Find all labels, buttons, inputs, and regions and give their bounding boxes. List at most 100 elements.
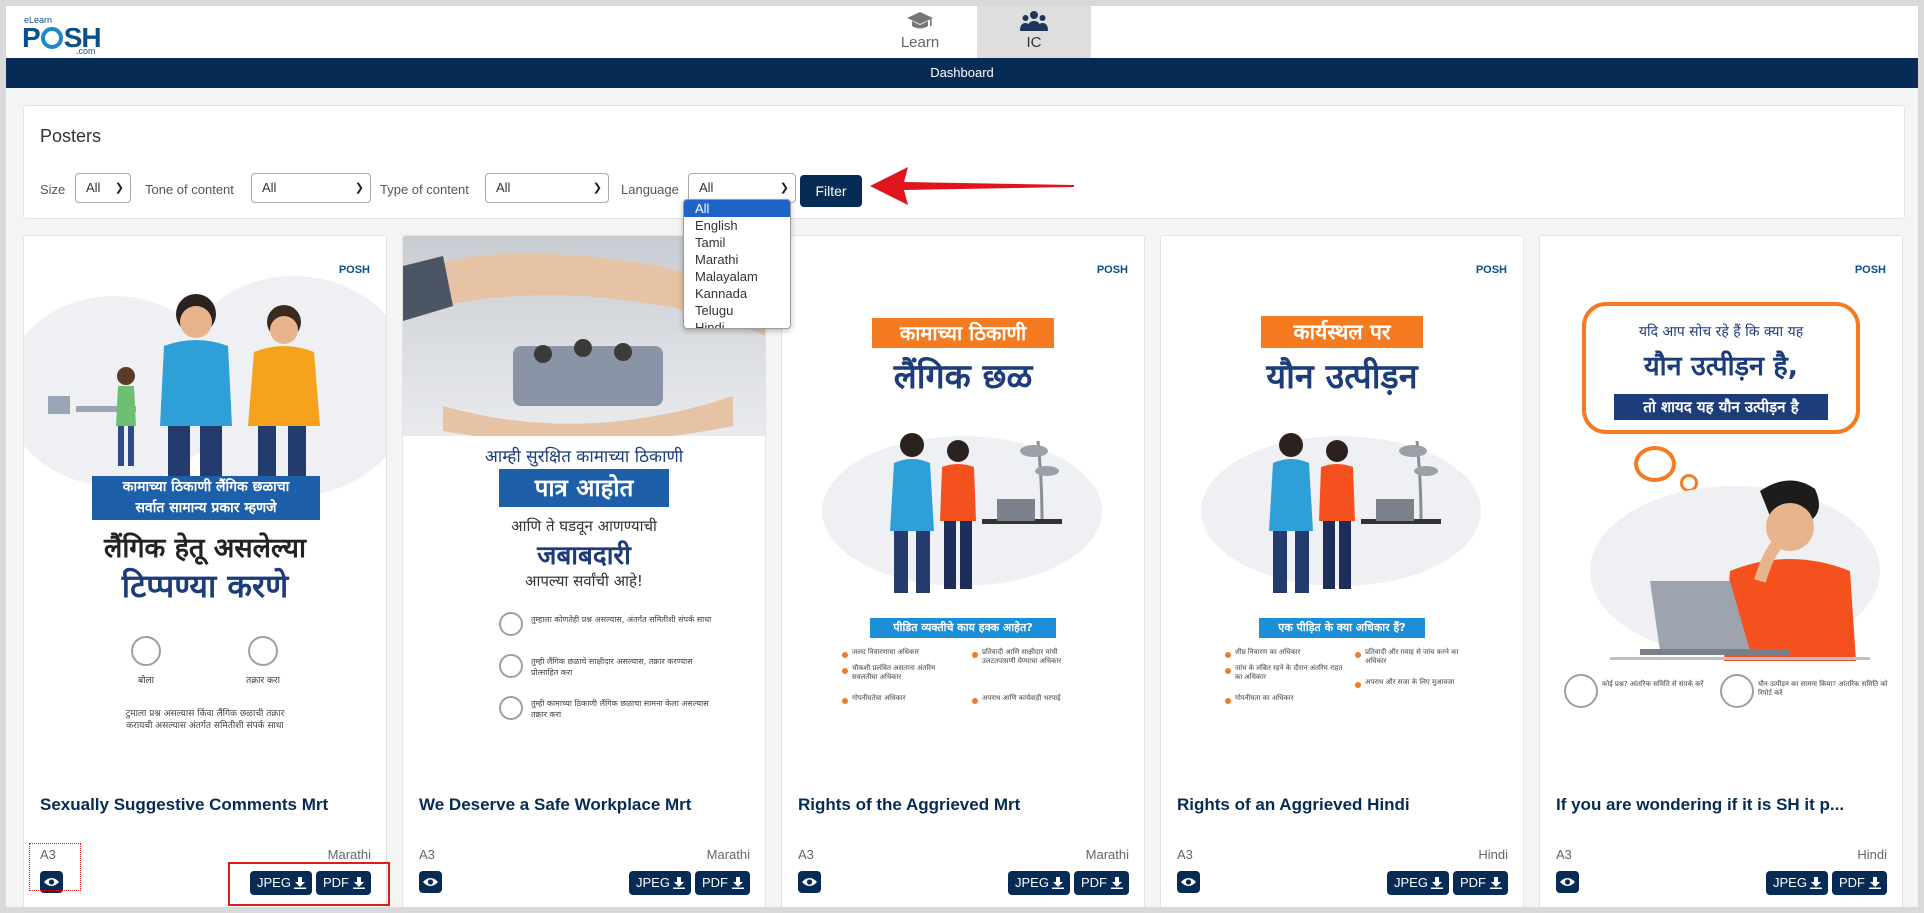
download-icon [673,877,685,889]
poster-big-text: यौन उत्पीड़न [1266,357,1418,397]
language-option-kannada[interactable]: Kannada [684,285,790,302]
logo-com-text: .com [76,46,96,56]
poster-title[interactable]: If you are wondering if it is SH it p... [1556,795,1888,815]
download-pdf-button[interactable]: PDF [695,871,750,895]
filter-button[interactable]: Filter [800,175,862,207]
navbar-title[interactable]: Dashboard [930,65,994,80]
poster-title[interactable]: Sexually Suggestive Comments Mrt [40,795,372,815]
poster-title[interactable]: We Deserve a Safe Workplace Mrt [419,795,751,815]
pdf-label: PDF [702,875,728,890]
poster-card: POSH यदि आप सोच रहे हैं कि क्या यह यौन उ… [1539,235,1903,907]
poster-big-text: लैंगिक हेतू असलेल्या [104,533,306,564]
poster-title[interactable]: Rights of the Aggrieved Mrt [798,795,1130,815]
download-icon [1431,877,1443,889]
chevron-down-icon: ❯ [114,182,124,194]
report-icon [499,696,523,720]
tab-ic[interactable]: IC [977,6,1091,58]
poster-title[interactable]: Rights of an Aggrieved Hindi [1177,795,1509,815]
language-option-english[interactable]: English [684,217,790,234]
eye-icon [1560,878,1575,886]
poster-thumbnail[interactable]: POSH कामाच्या ठिकाणी लैंगिक छळाचा सर्वात… [24,236,386,784]
download-pdf-button[interactable]: PDF [1074,871,1129,895]
poster-banner: पीडित व्यक्तीचे काय हक्क आहेत? [870,618,1056,638]
size-select[interactable]: All ❯ [75,173,131,203]
language-option-malayalam[interactable]: Malayalam [684,268,790,285]
pdf-label: PDF [1460,875,1486,890]
tone-select[interactable]: All ❯ [251,173,371,203]
bullet-dot [972,698,978,704]
language-option-all[interactable]: All [684,200,790,217]
language-option-hindi[interactable]: Hindi [684,319,790,328]
office-people-illustration [1269,433,1441,593]
poster-posh-logo: POSH [1854,264,1886,276]
download-pdf-button[interactable]: PDF [1832,871,1887,895]
pdf-label: PDF [1839,875,1865,890]
download-jpeg-button[interactable]: JPEG [629,871,691,895]
type-select[interactable]: All ❯ [485,173,609,203]
download-icon [1810,877,1822,889]
poster-headline-box: कामाच्या ठिकाणी [872,318,1054,348]
poster-language: Hindi [1478,847,1508,862]
download-jpeg-button[interactable]: JPEG [1766,871,1828,895]
poster-icon-label: बोला [138,676,154,686]
poster-headline-box: पात्र आहोत [499,469,669,507]
poster-card: POSH कामाच्या ठिकाणी लैंगिक छळ पीडित व्य… [781,235,1145,907]
poster-bullet: जलद निवारणाचा अधिकार [852,648,920,656]
eye-icon [423,878,438,886]
poster-text: आम्ही सुरक्षित कामाच्या ठिकाणी [484,447,684,467]
bullet-dot [842,652,848,658]
poster-bullet: प्रतिवादी आणि साक्षीदार यांची उलटतपासणी … [982,648,1062,665]
poster-size: A3 [1177,847,1193,862]
poster-footer-text: कोई प्रश्न? आंतरिक समिति से संपर्क करें [1602,680,1704,688]
view-button[interactable] [798,871,821,893]
poster-list-item: तुम्हाला कोणतेही प्रश्न असल्यास, अंतर्गत… [531,615,712,624]
elearnposh-logo[interactable]: eLearn P SH .com [22,12,102,56]
poster-thumbnail[interactable]: POSH यदि आप सोच रहे हैं कि क्या यह यौन उ… [1540,236,1902,784]
poster-card: POSH कामाच्या ठिकाणी लैंगिक छळाचा सर्वात… [23,235,387,907]
language-select-value: All [699,180,714,195]
thinking-man-illustration [1610,480,1870,661]
poster-bullet: गोपनीयतेचा अधिकार [852,694,906,702]
view-button[interactable] [1177,871,1200,893]
dashboard-navbar[interactable]: Dashboard [6,58,1918,88]
poster-size: A3 [798,847,814,862]
poster-text: आणि ते घडवून आणण्याची [511,517,657,535]
poster-language: Marathi [706,847,750,862]
poster-banner: एक पीड़ित के क्या अधिकार हैं? [1259,618,1425,638]
report-icon [1720,674,1754,708]
poster-card: आम्ही सुरक्षित कामाच्या ठिकाणी पात्र आहो… [402,235,766,907]
tab-ic-label: IC [1026,34,1042,51]
download-icon [1490,877,1502,889]
poster-thumbnail[interactable]: POSH कामाच्या ठिकाणी लैंगिक छळ पीडित व्य… [782,236,1144,784]
download-jpeg-button[interactable]: JPEG [1387,871,1449,895]
view-button[interactable] [419,871,442,893]
language-option-telugu[interactable]: Telugu [684,302,790,319]
poster-thumbnail[interactable]: POSH कार्यस्थल पर यौन उत्पीड़न एक पीड़ित… [1161,236,1523,784]
poster-box-line: सर्वात सामान्य प्रकार म्हणजे [135,500,277,516]
annotation-dotted-box [29,843,81,891]
download-icon [732,877,744,889]
tone-filter-label: Tone of content [145,182,234,197]
language-dropdown-list[interactable]: All English Tamil Marathi Malayalam Kann… [683,199,791,329]
section-title: Posters [40,126,102,146]
download-pdf-button[interactable]: PDF [1453,871,1508,895]
size-filter-label: Size [40,182,66,197]
poster-size: A3 [1556,847,1572,862]
poster-big-text: टिप्पण्या करणे [121,567,289,605]
poster-icon-label: तक्रार करा [246,676,280,686]
language-option-marathi[interactable]: Marathi [684,251,790,268]
language-option-tamil[interactable]: Tamil [684,234,790,251]
view-button[interactable] [1556,871,1579,893]
type-select-value: All [496,180,511,195]
download-jpeg-button[interactable]: JPEG [1008,871,1070,895]
logo-o-ring [40,27,63,49]
tab-learn[interactable]: Learn [863,6,977,58]
poster-posh-logo: POSH [1475,264,1507,276]
tab-learn-label: Learn [900,34,940,51]
poster-language: Hindi [1857,847,1887,862]
speak-icon [131,636,161,666]
people-illustration [48,294,320,496]
question-icon [499,612,523,636]
logo-letter-p: P [22,22,41,53]
poster-footer-text: यौन उत्पीड़न का सामना किया? आंतरिक समिति… [1758,680,1888,697]
